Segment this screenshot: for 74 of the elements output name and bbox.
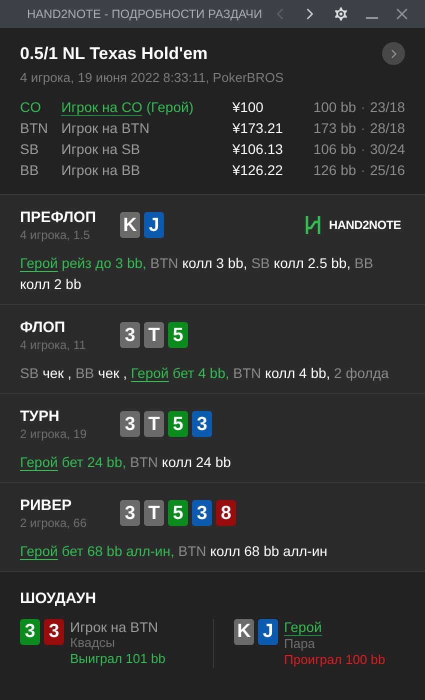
separator-dot: ·: [360, 161, 366, 180]
player-stats: 23/18: [370, 98, 405, 117]
player-link[interactable]: Герой: [20, 255, 58, 272]
player-link[interactable]: Игрок на SB: [61, 141, 140, 157]
separator-dot: ·: [360, 140, 366, 159]
playing-card: 3: [192, 500, 212, 526]
action-summary: SB чек , BB чек , Герой бет 4 bb, BTN колл 4 bb, 2 фолда: [20, 364, 390, 384]
playing-card: J: [144, 212, 164, 238]
playing-card: 3: [44, 618, 64, 644]
action-summary: Герой бет 68 bb алл-ин, BTN колл 68 bb алл-ин: [20, 542, 328, 562]
hand-rank: Пара: [284, 636, 316, 652]
player-stack: ¥106.13: [232, 140, 284, 159]
logo-text: HAND2NOTE: [329, 217, 401, 234]
playing-card: T: [144, 500, 164, 526]
playing-card: 3: [20, 618, 40, 644]
playing-card: T: [144, 411, 164, 437]
playing-card: 5: [168, 322, 188, 348]
street-info: 2 игрока, 66: [20, 515, 88, 531]
street-title: ТУРН: [20, 408, 60, 426]
playing-card: 8: [216, 500, 236, 526]
player-link[interactable]: Герой: [130, 365, 169, 382]
player-stack-bb: 173 bb: [312, 119, 356, 138]
player-position: SB: [20, 140, 40, 159]
street-info: 4 игрока, 11: [20, 337, 87, 353]
hand-subtitle: 4 игрока, 19 июня 2022 8:33:11, PokerBROS: [20, 68, 285, 87]
separator-dot: ·: [360, 98, 366, 117]
playing-card: 3: [120, 500, 140, 526]
playing-card: K: [120, 212, 140, 238]
separator-dot: ·: [360, 119, 366, 138]
street-title: ФЛОП: [20, 319, 66, 337]
playing-card: T: [144, 322, 164, 348]
hand-rank: Квадсы: [70, 634, 116, 650]
playing-card: J: [258, 618, 278, 644]
player-link[interactable]: Игрок на BTN: [61, 120, 150, 136]
player-stats: 30/24: [370, 140, 405, 159]
playing-card: 5: [168, 411, 188, 437]
action-summary: Герой рейз до 3 bb, BTN колл 3 bb, SB колл 2.5 bb, BB колл 2 bb: [20, 254, 374, 294]
playing-card: 3: [120, 411, 140, 437]
player-name: Игрок на BTN: [70, 618, 158, 634]
street-info: 2 игрока, 19: [20, 426, 88, 442]
player-link[interactable]: Игрок на BB: [61, 162, 140, 178]
player-link[interactable]: Игрок на CO: [61, 99, 142, 116]
result-text: Проиграл 100 bb: [284, 652, 386, 668]
player-stats: 25/16: [370, 161, 405, 180]
playing-card: 3: [192, 411, 212, 437]
player-position: CO: [20, 98, 42, 117]
open-button[interactable]: [382, 42, 405, 66]
playing-card: 3: [120, 322, 140, 348]
player-stats: 28/18: [370, 119, 405, 138]
player-position: BTN: [20, 119, 49, 138]
player-stack-bb: 106 bb: [312, 140, 356, 159]
settings-icon: [332, 5, 350, 23]
street-info: 4 игрока, 1.5: [20, 227, 91, 243]
playing-card: 5: [168, 500, 188, 526]
player-stack: ¥100: [232, 98, 264, 117]
playing-card: K: [234, 618, 254, 644]
logo-icon: [305, 215, 322, 235]
showdown-title: ШОУДАУН: [20, 589, 98, 609]
street-title: ПРЕФЛОП: [20, 209, 97, 227]
player-stack-bb: 100 bb: [312, 98, 356, 117]
player-stack: ¥173.21: [232, 119, 284, 138]
result-text: Выиграл 101 bb: [70, 650, 166, 666]
player-position: BB: [20, 161, 40, 180]
player-link[interactable]: Герой: [284, 618, 322, 636]
player-stack: ¥126.22: [232, 161, 284, 180]
window-title: HAND2NOTE - ПОДРОБНОСТИ РАЗДАЧИ: [27, 6, 264, 23]
player-link[interactable]: Герой: [20, 543, 58, 560]
hand-title: 0.5/1 NL Texas Hold'em: [20, 43, 208, 65]
action-summary: Герой бет 24 bb, BTN колл 24 bb: [20, 453, 232, 473]
player-link[interactable]: Герой: [20, 454, 58, 471]
minimize-icon: [366, 17, 378, 19]
hero-tag: (Герой): [142, 99, 194, 115]
player-stack-bb: 126 bb: [312, 161, 356, 180]
street-title: РИВЕР: [20, 497, 73, 515]
